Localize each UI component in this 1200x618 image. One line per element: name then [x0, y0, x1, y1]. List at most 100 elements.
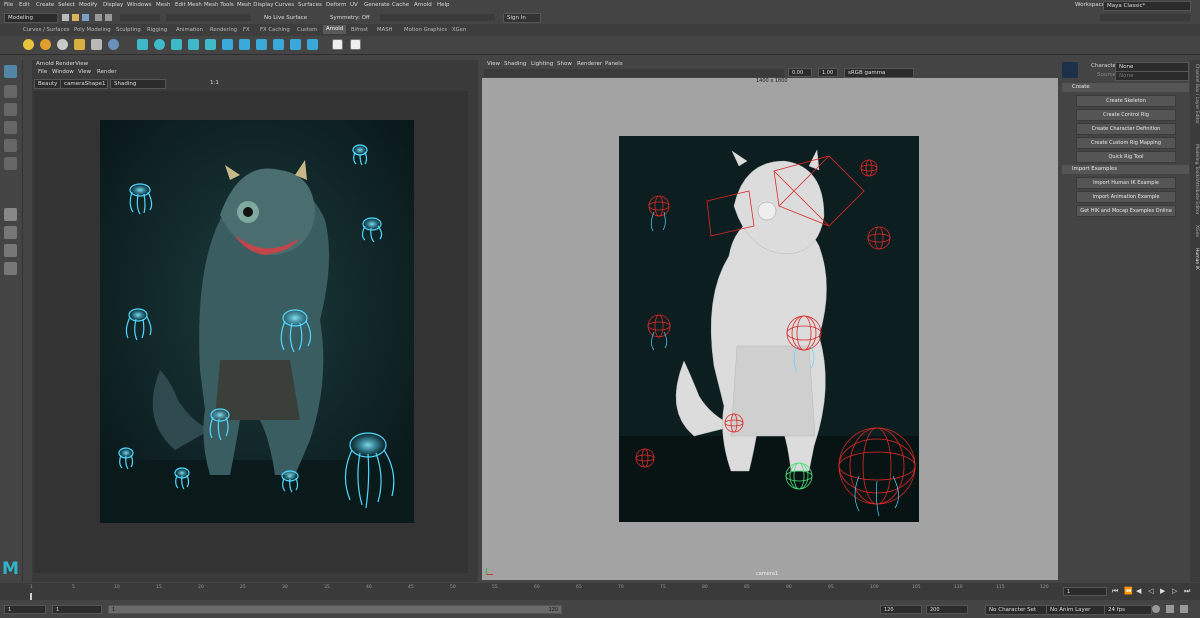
auto-key-icon[interactable] — [1152, 605, 1160, 613]
render-icons[interactable] — [380, 14, 495, 21]
menu-deform[interactable]: Deform — [326, 2, 346, 8]
tab-custom[interactable]: Custom — [297, 27, 317, 33]
tab-rigging[interactable]: Rigging — [147, 27, 167, 33]
flush-cache-icon[interactable] — [205, 39, 216, 50]
animation-start-field[interactable]: 1 — [4, 605, 46, 614]
photometric-light-icon[interactable] — [57, 39, 68, 50]
go-to-start-icon[interactable]: ⏮ — [1112, 587, 1118, 596]
license-manager-icon[interactable] — [239, 39, 250, 50]
import-examples-section-header[interactable]: Import Examples — [1062, 165, 1189, 174]
rv-menu-file[interactable]: File — [38, 69, 47, 75]
move-tool-icon[interactable] — [4, 121, 17, 134]
menu-set-dropdown[interactable]: Modeling — [4, 13, 58, 23]
range-slider[interactable]: 1 120 — [108, 605, 562, 614]
render-view-scrollbar[interactable] — [468, 72, 472, 580]
time-slider[interactable]: 1 5 10 15 20 25 30 35 40 45 50 55 60 65 … — [0, 583, 1200, 600]
go-to-end-icon[interactable]: ⏭ — [1184, 587, 1190, 596]
vp-menu-lighting[interactable]: Lighting — [531, 61, 553, 67]
menu-mesh[interactable]: Mesh — [156, 2, 170, 8]
tab-xgen-side[interactable]: XGen — [1191, 225, 1199, 237]
step-back-frame-icon[interactable]: ◀ — [1136, 587, 1141, 595]
create-section-header[interactable]: Create — [1062, 83, 1189, 92]
curve-collector-icon[interactable] — [171, 39, 182, 50]
create-skeleton-button[interactable]: Create Skeleton — [1076, 95, 1176, 107]
rotate-tool-icon[interactable] — [4, 139, 17, 152]
import-animation-example-button[interactable]: Import Animation Example — [1076, 191, 1176, 203]
tab-modeling-toolkit[interactable]: Modeling Toolkit — [1191, 144, 1199, 180]
live-surface-label[interactable]: No Live Surface — [264, 15, 307, 21]
tab-motion-graphics[interactable]: Motion Graphics — [404, 27, 447, 33]
rv-menu-window[interactable]: Window — [52, 69, 74, 75]
rv-channel-icons[interactable] — [168, 80, 204, 87]
paint-select-tool-icon[interactable] — [4, 103, 17, 116]
four-view-layout-icon[interactable] — [4, 226, 17, 239]
vp-menu-panels[interactable]: Panels — [605, 61, 623, 67]
ipr-icon[interactable] — [273, 39, 284, 50]
color-space-dropdown[interactable]: sRGB gamma — [844, 68, 914, 78]
select-tool-icon[interactable] — [4, 65, 17, 78]
menu-help[interactable]: Help — [437, 2, 450, 8]
skydome-light-icon[interactable] — [74, 39, 85, 50]
rv-menu-render[interactable]: Render — [97, 69, 117, 75]
vp-menu-renderer[interactable]: Renderer — [577, 61, 602, 67]
playback-loop-icon[interactable] — [1180, 605, 1188, 613]
lasso-tool-icon[interactable] — [4, 85, 17, 98]
menu-cache[interactable]: Cache — [392, 2, 409, 8]
fps-dropdown[interactable]: 24 fps — [1104, 605, 1152, 615]
step-forward-frame-icon[interactable]: ▷ — [1172, 587, 1177, 595]
menu-arnold[interactable]: Arnold — [414, 2, 432, 8]
menu-mesh-display[interactable]: Mesh Display — [237, 2, 274, 8]
anim-prefs-icon[interactable] — [1166, 605, 1174, 613]
shading-dropdown[interactable]: Shading — [110, 79, 166, 89]
menu-generate[interactable]: Generate — [364, 2, 390, 8]
workspace-dropdown[interactable]: Maya Classic* — [1103, 1, 1191, 11]
two-view-layout-icon[interactable] — [4, 244, 17, 257]
new-scene-icon[interactable] — [62, 14, 69, 21]
exposure-field[interactable]: 0.00 — [788, 68, 812, 77]
menu-curves[interactable]: Curves — [275, 2, 294, 8]
current-time-indicator[interactable] — [30, 593, 32, 600]
light-portal-icon[interactable] — [91, 39, 102, 50]
undo-icon[interactable] — [95, 14, 102, 21]
menu-edit[interactable]: Edit — [19, 2, 30, 8]
step-back-key-icon[interactable]: ⏪ — [1124, 587, 1133, 595]
tab-attribute-editor[interactable]: Attribute Editor — [1191, 180, 1199, 215]
menu-select[interactable]: Select — [58, 2, 75, 8]
rv-exposure-slider[interactable] — [222, 80, 278, 87]
camera-dropdown[interactable]: cameraShape1 — [60, 79, 108, 89]
tab-arnold[interactable]: Arnold — [323, 25, 347, 34]
current-frame-field[interactable]: 1 — [1063, 587, 1107, 596]
play-forward-icon[interactable]: ▶ — [1160, 587, 1165, 595]
menu-uv[interactable]: UV — [350, 2, 358, 8]
save-scene-icon[interactable] — [82, 14, 89, 21]
tab-fx[interactable]: FX — [243, 27, 250, 33]
menu-file[interactable]: File — [4, 2, 13, 8]
menu-edit-mesh[interactable]: Edit Mesh — [175, 2, 202, 8]
playback-end-field[interactable]: 120 — [880, 605, 922, 614]
operator-icon[interactable] — [290, 39, 301, 50]
tab-poly-modeling[interactable]: Poly Modeling — [74, 27, 111, 33]
symmetry-label[interactable]: Symmetry: Off — [330, 15, 370, 21]
standin-icon[interactable] — [137, 39, 148, 50]
viewport-toolbar-icons[interactable] — [484, 69, 784, 77]
eye-icon[interactable] — [332, 39, 343, 50]
create-control-rig-button[interactable]: Create Control Rig — [1076, 109, 1176, 121]
tab-sculpting[interactable]: Sculpting — [116, 27, 141, 33]
menu-display[interactable]: Display — [103, 2, 123, 8]
material-icon[interactable] — [307, 39, 318, 50]
tab-human-ik[interactable]: Human IK — [1191, 248, 1199, 270]
vp-menu-shading[interactable]: Shading — [504, 61, 526, 67]
create-custom-rig-mapping-button[interactable]: Create Custom Rig Mapping — [1076, 137, 1176, 149]
create-character-definition-button[interactable]: Create Character Definition — [1076, 123, 1176, 135]
export-standin-icon[interactable] — [256, 39, 267, 50]
volume-icon[interactable] — [154, 39, 165, 50]
tab-xgen[interactable]: XGen — [452, 27, 466, 33]
animation-end-field[interactable]: 200 — [926, 605, 968, 614]
tab-fx-caching[interactable]: FX Caching — [260, 27, 290, 33]
play-backward-icon[interactable]: ◁ — [1148, 587, 1153, 595]
tx-manager-icon[interactable] — [222, 39, 233, 50]
tab-mash[interactable]: MASH — [377, 27, 393, 33]
get-hik-mocap-examples-button[interactable]: Get HIK and Mocap Examples Online — [1076, 205, 1176, 217]
tab-channel-box[interactable]: Channel Box / Layer Editor — [1191, 64, 1199, 124]
playback-start-field[interactable]: 1 — [52, 605, 102, 614]
